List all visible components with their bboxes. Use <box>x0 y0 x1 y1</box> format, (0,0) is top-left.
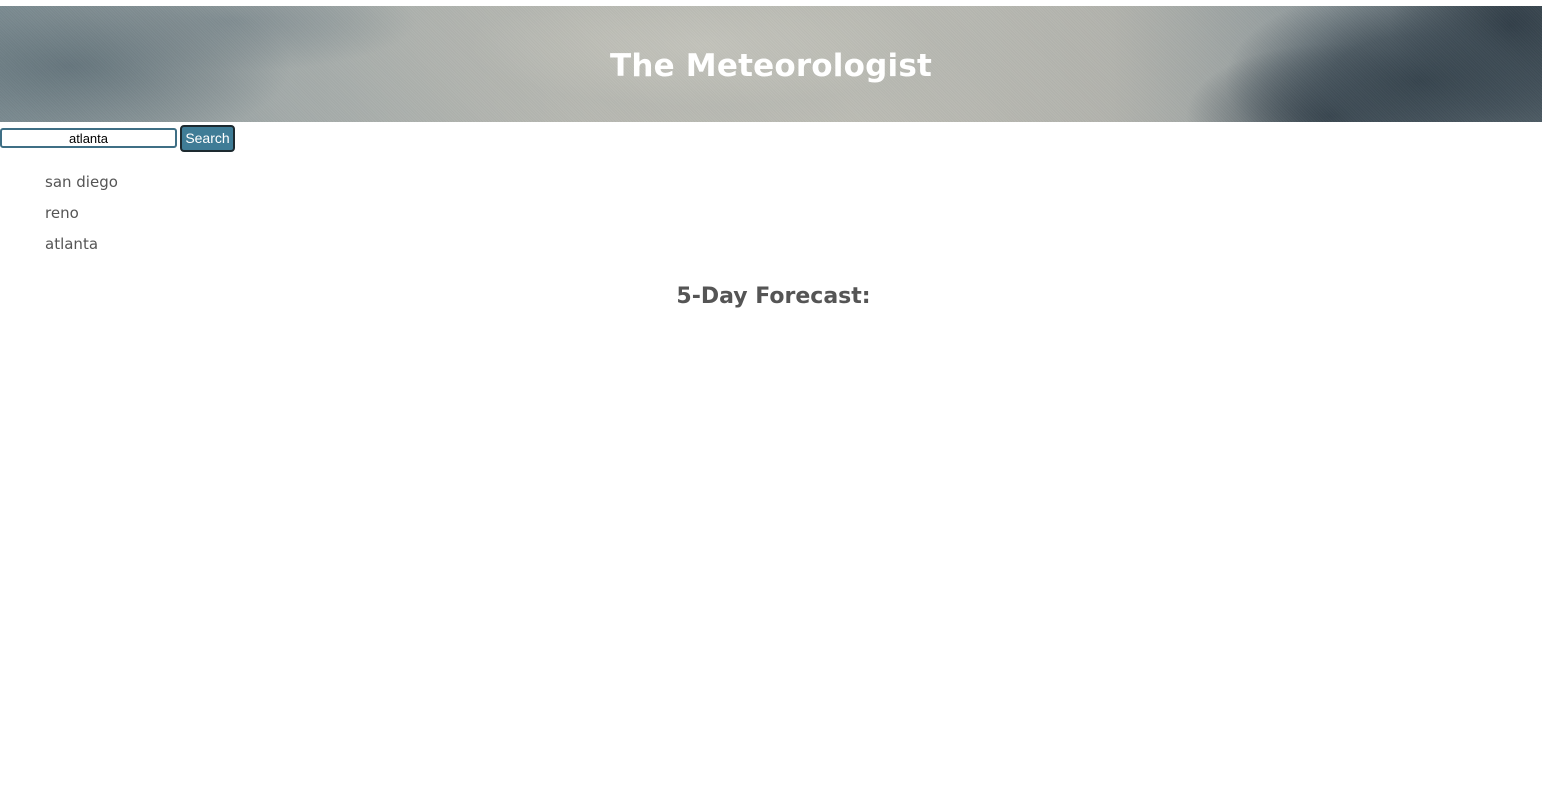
forecast-cards-container <box>0 330 1547 340</box>
history-item-san-diego[interactable]: san diego <box>45 171 118 202</box>
search-form: Search <box>0 124 235 152</box>
search-button[interactable]: Search <box>180 124 235 152</box>
city-search-input[interactable] <box>0 128 177 148</box>
site-title: The Meteorologist <box>609 48 933 84</box>
header-banner: The Meteorologist <box>0 6 1542 122</box>
page: The Meteorologist Search san diego reno … <box>0 0 1547 806</box>
search-history-list: san diego reno atlanta <box>45 171 118 264</box>
history-item-reno[interactable]: reno <box>45 202 118 233</box>
history-item-atlanta[interactable]: atlanta <box>45 233 118 264</box>
forecast-heading: 5-Day Forecast: <box>676 284 871 309</box>
